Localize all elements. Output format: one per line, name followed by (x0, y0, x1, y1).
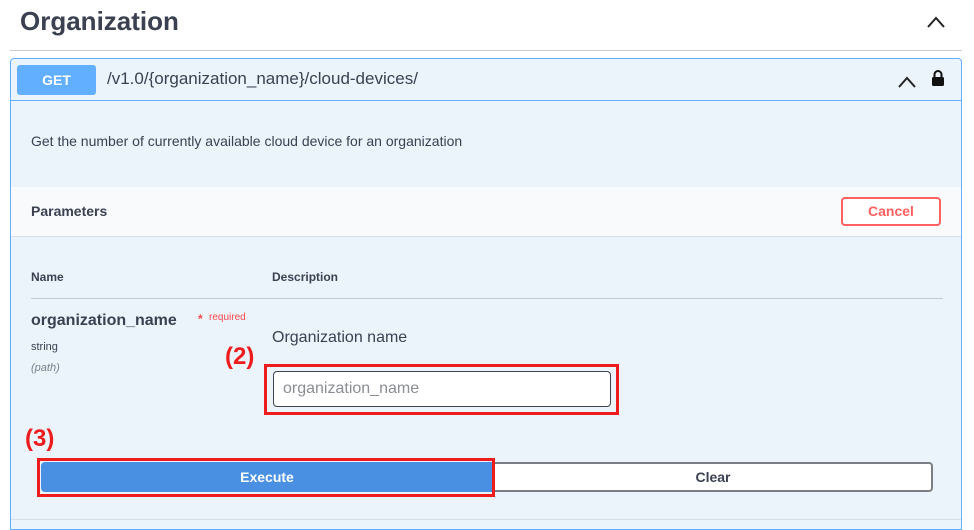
parameter-location: (path) (31, 362, 60, 374)
divider (31, 298, 943, 299)
parameter-description: Organization name (272, 329, 408, 346)
operation-path: /v1.0/{organization_name}/cloud-devices/ (107, 69, 418, 88)
parameter-type: string (31, 341, 58, 353)
divider (11, 519, 961, 520)
method-badge: GET (17, 65, 96, 95)
section-title: Organization (20, 6, 179, 36)
chevron-up-icon[interactable] (926, 15, 946, 29)
annotation-step-2: (2) (225, 343, 255, 370)
operation-summary[interactable]: GET /v1.0/{organization_name}/cloud-devi… (11, 59, 961, 101)
cancel-button[interactable]: Cancel (841, 197, 941, 226)
required-label: required (209, 312, 246, 323)
parameters-header: Parameters Cancel (11, 187, 961, 237)
required-star: * (198, 312, 203, 326)
operation-block: GET /v1.0/{organization_name}/cloud-devi… (10, 58, 962, 530)
column-header-name: Name (31, 270, 64, 284)
parameter-name: organization_name (31, 312, 177, 329)
section-header[interactable]: Organization (10, 0, 962, 51)
lock-icon[interactable] (931, 69, 945, 87)
annotation-box-step-3 (37, 458, 495, 497)
column-header-description: Description (272, 270, 339, 284)
clear-button[interactable]: Clear (493, 462, 933, 492)
chevron-up-icon[interactable] (897, 75, 917, 89)
parameters-title: Parameters (31, 203, 108, 219)
operation-description: Get the number of currently available cl… (31, 133, 463, 149)
organization-name-input[interactable] (273, 371, 611, 407)
annotation-step-3: (3) (25, 425, 55, 452)
